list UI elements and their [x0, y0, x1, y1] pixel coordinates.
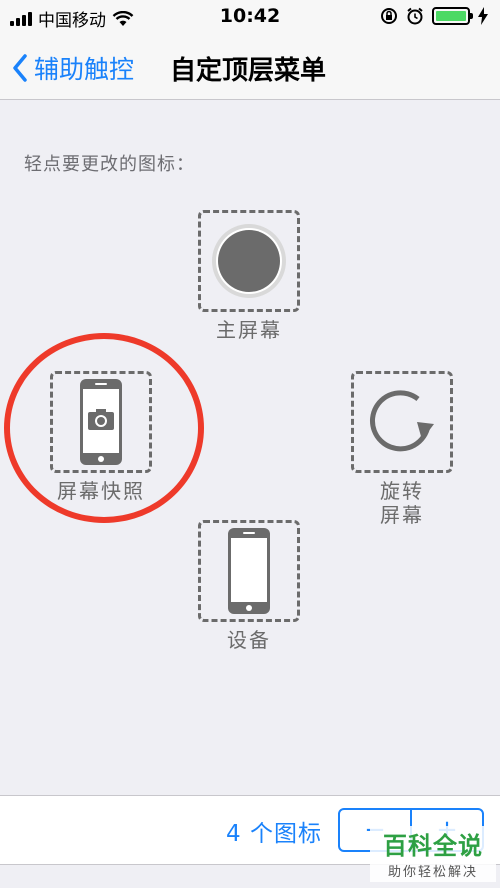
menu-icon-device[interactable]: 设备: [198, 520, 300, 652]
home-button-icon: [212, 224, 286, 298]
alarm-icon: [407, 7, 423, 25]
watermark-subtitle: 助你轻松解决: [387, 865, 478, 880]
icon-label-line-1: 旋转: [380, 479, 424, 503]
icon-label-line-2: 屏幕: [380, 503, 424, 527]
device-phone-icon: [228, 528, 270, 614]
icon-label: 旋转 屏幕: [351, 479, 453, 527]
menu-icon-rotate-screen[interactable]: 旋转 屏幕: [351, 371, 453, 527]
orientation-lock-icon: [381, 8, 397, 24]
icon-slot: [198, 520, 300, 622]
highlight-circle: [4, 333, 204, 523]
back-label: 辅助触控: [34, 55, 135, 84]
icon-slot: [198, 210, 300, 312]
status-bar: 中国移动 10:42: [0, 0, 500, 36]
icon-count-label: 4 个图标: [226, 821, 322, 847]
icon-label: 设备: [227, 628, 271, 652]
section-label: 轻点要更改的图标：: [24, 154, 195, 175]
watermark: 百科全说 助你轻松解决: [370, 826, 496, 882]
page-title: 自定顶层菜单: [170, 56, 327, 86]
status-right-group: [380, 7, 488, 25]
icon-slot: [351, 371, 453, 473]
battery-icon: [432, 7, 473, 25]
rotate-arrow-icon: [370, 390, 434, 452]
charging-bolt-icon: [478, 7, 488, 25]
watermark-title: 百科全说: [383, 832, 483, 860]
navigation-bar: 辅助触控 自定顶层菜单: [0, 36, 500, 100]
back-button[interactable]: 辅助触控: [12, 50, 134, 86]
chevron-left-icon: [13, 54, 27, 82]
menu-icon-home[interactable]: 主屏幕: [198, 210, 300, 342]
icon-label: 主屏幕: [216, 318, 282, 342]
